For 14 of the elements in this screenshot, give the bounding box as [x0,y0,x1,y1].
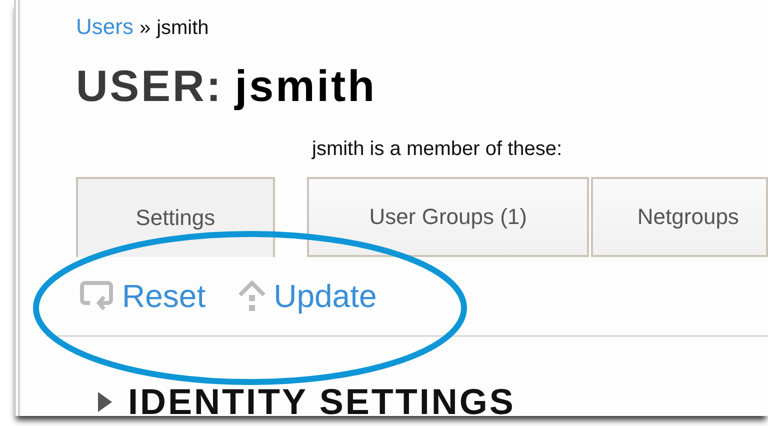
expand-triangle-icon[interactable] [96,392,114,412]
breadcrumb-current: jsmith [156,17,209,40]
breadcrumb-separator: » [139,17,151,40]
reset-icon [80,281,116,311]
page-title-label: USER: [76,62,223,112]
breadcrumb-link[interactable]: Users [76,14,134,40]
tab[interactable]: User Groups (1) [306,177,590,257]
tab[interactable]: Settings [76,177,275,257]
section-heading: IDENTITY SETTINGS [128,381,516,416]
reset-link[interactable]: Reset [80,278,206,314]
tab[interactable]: Netgroups [591,177,768,257]
membership-note: jsmith is a member of these: [312,138,564,161]
page-title-name: jsmith [234,62,376,112]
update-link[interactable]: Update [236,278,377,314]
